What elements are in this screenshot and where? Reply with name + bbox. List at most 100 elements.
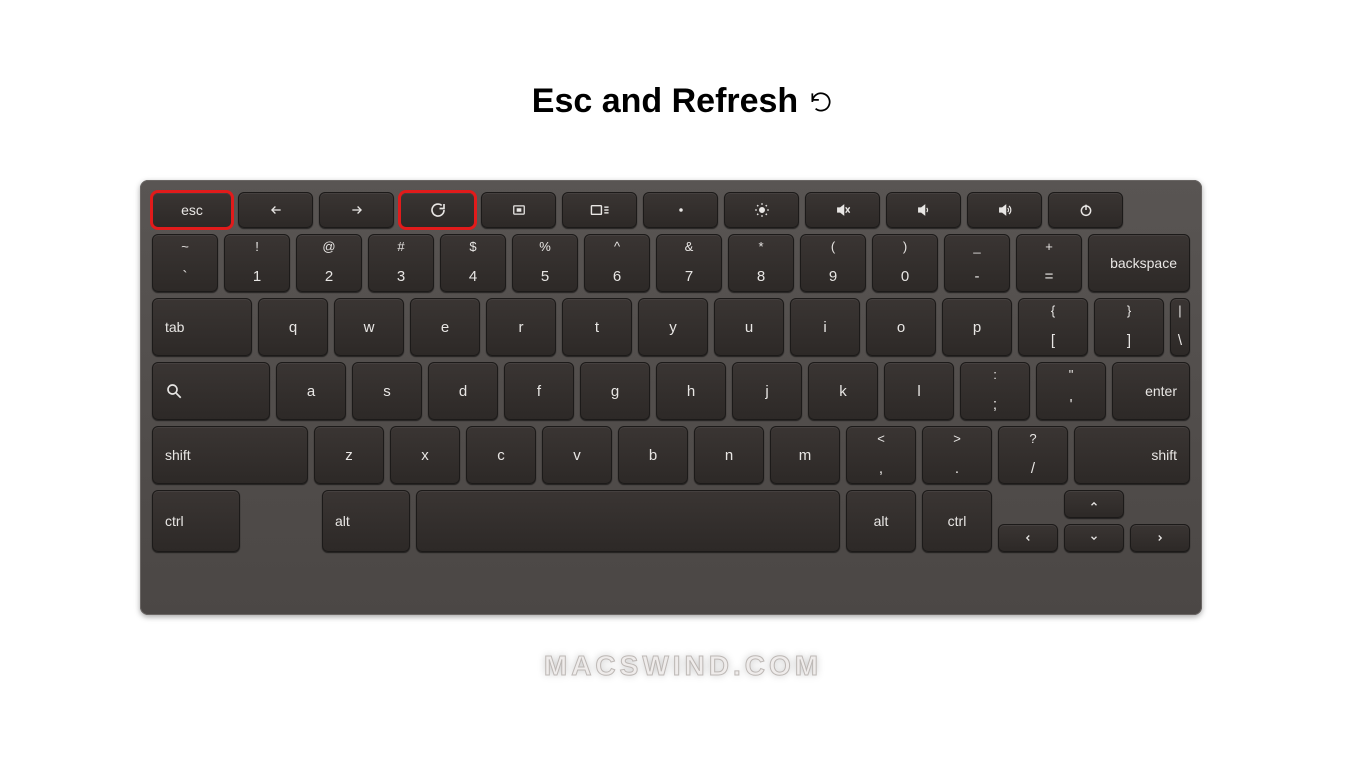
key-0[interactable]: )0 [872, 234, 938, 292]
key-volume-up[interactable] [967, 192, 1042, 228]
key-label: b [649, 447, 657, 464]
key-u[interactable]: u [714, 298, 784, 356]
key-arrow-down[interactable] [1064, 524, 1124, 552]
key-backtick[interactable]: ~` [152, 234, 218, 292]
key-backspace[interactable]: backspace [1088, 234, 1190, 292]
key-label: backspace [1110, 255, 1177, 271]
key-label: esc [181, 202, 203, 218]
key-s[interactable]: s [352, 362, 422, 420]
key-arrow-right[interactable] [1130, 524, 1190, 552]
key-minus[interactable]: _- [944, 234, 1010, 292]
key-3[interactable]: #3 [368, 234, 434, 292]
key-t[interactable]: t [562, 298, 632, 356]
function-row: esc [152, 192, 1190, 228]
key-refresh[interactable] [400, 192, 475, 228]
key-l[interactable]: l [884, 362, 954, 420]
key-semicolon[interactable]: :; [960, 362, 1030, 420]
key-overview[interactable] [562, 192, 637, 228]
key-label: p [973, 319, 981, 336]
search-icon [165, 382, 183, 400]
key-slash[interactable]: ?/ [998, 426, 1068, 484]
key-arrow-left[interactable] [998, 524, 1058, 552]
watermark-text: MACSWIND.COM [544, 650, 822, 681]
key-5[interactable]: %5 [512, 234, 578, 292]
key-forward[interactable] [319, 192, 394, 228]
key-i[interactable]: i [790, 298, 860, 356]
key-v[interactable]: v [542, 426, 612, 484]
key-label: d [459, 383, 467, 400]
chromebook-keyboard: esc [140, 180, 1202, 615]
key-enter[interactable]: enter [1112, 362, 1190, 420]
key-power[interactable] [1048, 192, 1123, 228]
key-9[interactable]: (9 [800, 234, 866, 292]
key-k[interactable]: k [808, 362, 878, 420]
key-label: z [345, 447, 353, 464]
key-shift-left[interactable]: shift [152, 426, 308, 484]
key-alt-left[interactable]: alt [322, 490, 410, 552]
key-equals[interactable]: += [1016, 234, 1082, 292]
mute-icon [834, 202, 852, 218]
key-2[interactable]: @2 [296, 234, 362, 292]
power-icon [1078, 202, 1094, 218]
key-1[interactable]: !1 [224, 234, 290, 292]
key-arrow-up[interactable] [1064, 490, 1124, 518]
key-7[interactable]: &7 [656, 234, 722, 292]
key-search[interactable] [152, 362, 270, 420]
key-c[interactable]: c [466, 426, 536, 484]
key-fullscreen[interactable] [481, 192, 556, 228]
key-z[interactable]: z [314, 426, 384, 484]
key-brightness-down[interactable] [643, 192, 718, 228]
key-period[interactable]: >. [922, 426, 992, 484]
key-x[interactable]: x [390, 426, 460, 484]
key-r[interactable]: r [486, 298, 556, 356]
key-bracket-left[interactable]: {[ [1018, 298, 1088, 356]
key-space[interactable] [416, 490, 840, 552]
key-y[interactable]: y [638, 298, 708, 356]
key-ctrl-left[interactable]: ctrl [152, 490, 240, 552]
key-f[interactable]: f [504, 362, 574, 420]
key-a[interactable]: a [276, 362, 346, 420]
key-4[interactable]: $4 [440, 234, 506, 292]
key-h[interactable]: h [656, 362, 726, 420]
key-j[interactable]: j [732, 362, 802, 420]
key-e[interactable]: e [410, 298, 480, 356]
bottom-row: ctrl alt alt ctrl [152, 490, 1190, 552]
key-d[interactable]: d [428, 362, 498, 420]
key-b[interactable]: b [618, 426, 688, 484]
key-o[interactable]: o [866, 298, 936, 356]
key-label: o [897, 319, 905, 336]
key-alt-right[interactable]: alt [846, 490, 916, 552]
key-esc[interactable]: esc [152, 192, 232, 228]
key-8[interactable]: *8 [728, 234, 794, 292]
key-ctrl-right[interactable]: ctrl [922, 490, 992, 552]
key-brightness-up[interactable] [724, 192, 799, 228]
key-label: y [669, 319, 677, 336]
key-label: alt [874, 513, 889, 529]
key-mute[interactable] [805, 192, 880, 228]
key-label: w [364, 319, 375, 336]
chevron-right-icon [1155, 532, 1165, 544]
key-shift-right[interactable]: shift [1074, 426, 1190, 484]
key-volume-down[interactable] [886, 192, 961, 228]
key-6[interactable]: ^6 [584, 234, 650, 292]
key-label: i [823, 319, 826, 336]
key-q[interactable]: q [258, 298, 328, 356]
key-n[interactable]: n [694, 426, 764, 484]
key-label: l [917, 383, 920, 400]
key-quote[interactable]: "' [1036, 362, 1106, 420]
key-w[interactable]: w [334, 298, 404, 356]
key-back[interactable] [238, 192, 313, 228]
refresh-icon [429, 201, 447, 219]
key-bracket-right[interactable]: }] [1094, 298, 1164, 356]
key-label: a [307, 383, 315, 400]
key-label: enter [1145, 383, 1177, 399]
overview-icon [590, 203, 610, 217]
key-m[interactable]: m [770, 426, 840, 484]
key-tab[interactable]: tab [152, 298, 252, 356]
key-label: h [687, 383, 695, 400]
key-p[interactable]: p [942, 298, 1012, 356]
key-g[interactable]: g [580, 362, 650, 420]
key-backslash[interactable]: |\ [1170, 298, 1190, 356]
key-comma[interactable]: <, [846, 426, 916, 484]
chevron-left-icon [1023, 532, 1033, 544]
